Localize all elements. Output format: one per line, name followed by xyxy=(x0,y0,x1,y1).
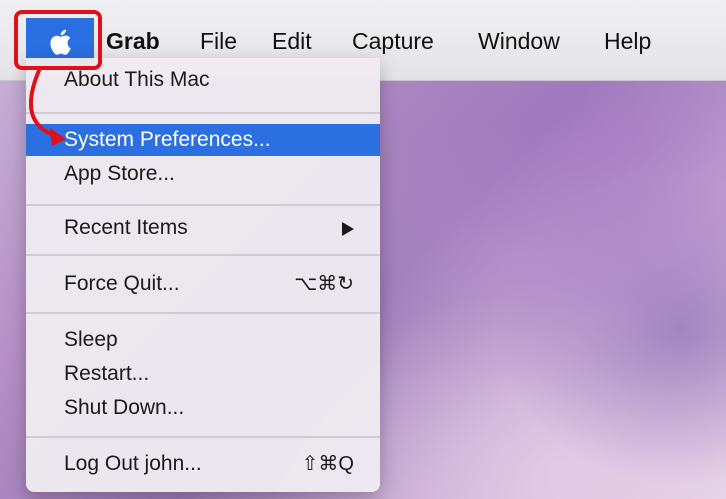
apple-menu-dropdown: About This Mac System Preferences... App… xyxy=(26,58,380,492)
menu-item-recent-items[interactable]: Recent Items xyxy=(26,212,380,244)
menu-item-label: Shut Down... xyxy=(64,396,185,419)
annotation-highlight-box xyxy=(14,10,102,70)
menu-item-log-out[interactable]: Log Out john... ⇧⌘Q xyxy=(26,448,380,480)
menu-item-label: Force Quit... xyxy=(64,272,180,295)
shortcut-label: ⌥⌘↻ xyxy=(294,273,354,295)
menu-separator xyxy=(26,436,380,438)
menu-separator xyxy=(26,312,380,314)
shortcut-label: ⇧⌘Q xyxy=(301,453,354,475)
menu-item-label: Sleep xyxy=(64,328,118,351)
menu-item-label: App Store... xyxy=(64,162,175,185)
menu-separator xyxy=(26,112,380,114)
menu-window[interactable]: Window xyxy=(478,26,560,56)
menu-item-restart[interactable]: Restart... xyxy=(26,358,380,390)
menu-item-shut-down[interactable]: Shut Down... xyxy=(26,392,380,424)
menu-item-label: About This Mac xyxy=(64,68,210,91)
app-menu-grab[interactable]: Grab xyxy=(106,26,160,56)
menu-item-sleep[interactable]: Sleep xyxy=(26,324,380,356)
menu-help[interactable]: Help xyxy=(604,26,651,56)
menu-edit[interactable]: Edit xyxy=(272,26,312,56)
menu-item-system-preferences[interactable]: System Preferences... xyxy=(26,124,380,156)
menu-item-label: System Preferences... xyxy=(64,128,271,151)
triangle-right-icon xyxy=(342,222,354,236)
menu-item-app-store[interactable]: App Store... xyxy=(26,158,380,190)
menu-separator xyxy=(26,204,380,206)
menu-item-label: Recent Items xyxy=(64,216,188,239)
menu-item-force-quit[interactable]: Force Quit... ⌥⌘↻ xyxy=(26,268,380,300)
menu-item-label: Log Out john... xyxy=(64,452,202,475)
menu-separator xyxy=(26,254,380,256)
menu-file[interactable]: File xyxy=(200,26,237,56)
menu-item-label: Restart... xyxy=(64,362,150,385)
menu-capture[interactable]: Capture xyxy=(352,26,434,56)
